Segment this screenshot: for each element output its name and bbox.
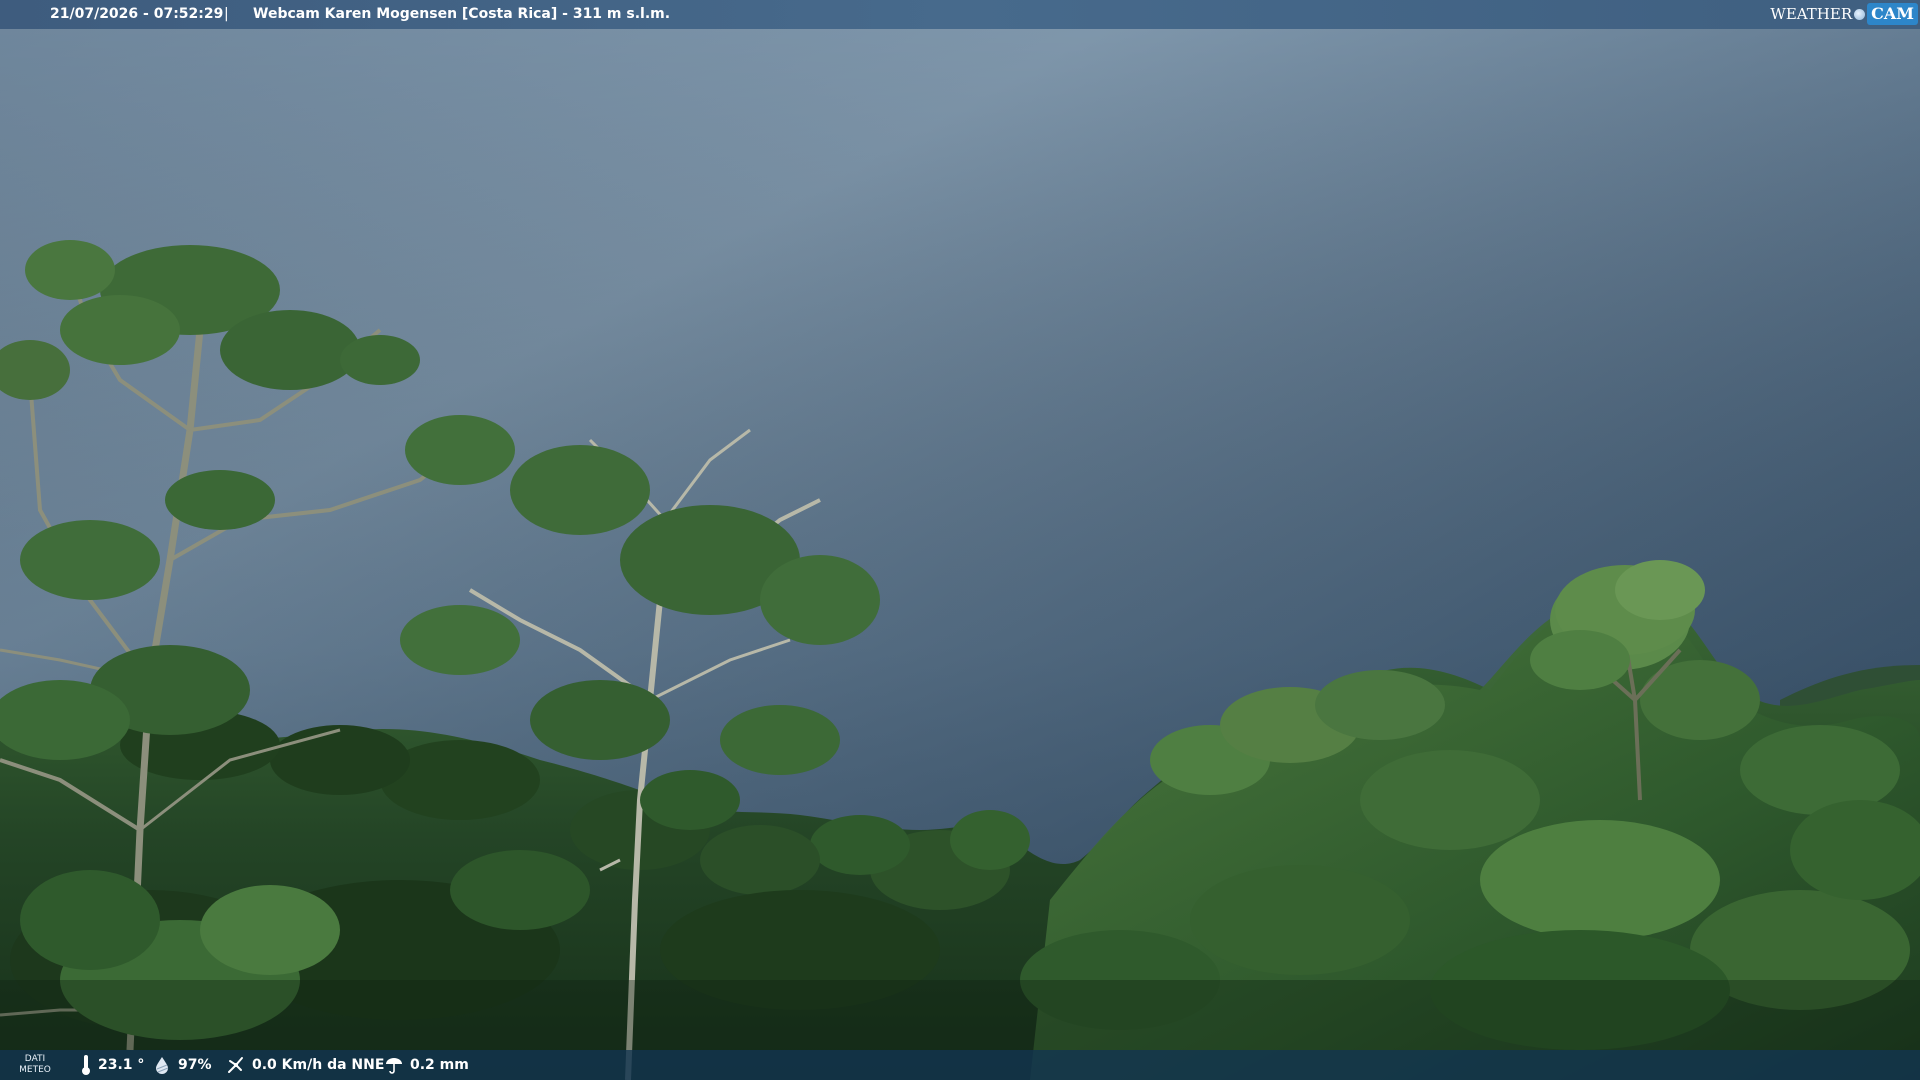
logo-text-cam: CAM xyxy=(1867,3,1918,25)
weather-data-bar: DATI METEO 23.1 ° 97% 0.0 Km/h da NNE 0.… xyxy=(0,1050,1920,1080)
separator: | xyxy=(224,6,229,22)
humidity-reading: 97% xyxy=(152,1050,212,1080)
temperature-reading: 23.1 ° xyxy=(80,1050,144,1080)
dati-label: DATI xyxy=(24,1054,46,1064)
thermometer-icon xyxy=(82,1055,90,1075)
humidity-value: 97% xyxy=(178,1057,212,1073)
wind-value: 0.0 Km/h da NNE xyxy=(252,1057,385,1073)
rain-reading: 0.2 mm xyxy=(384,1050,469,1080)
webcam-title: Webcam Karen Mogensen [Costa Rica] - 311… xyxy=(253,6,671,22)
meteo-label: METEO xyxy=(19,1065,51,1075)
wind-reading: 0.0 Km/h da NNE xyxy=(226,1050,384,1080)
rain-value: 0.2 mm xyxy=(410,1057,469,1073)
logo-text-weather: WEATHER xyxy=(1770,4,1853,23)
timestamp: 21/07/2026 - 07:52:29 xyxy=(50,6,224,22)
temperature-value: 23.1 ° xyxy=(98,1057,145,1073)
weathercam-logo-icon: WEATHER CAM xyxy=(1770,2,1918,26)
dati-meteo-label: DATI METEO xyxy=(14,1054,56,1076)
rain-icon xyxy=(386,1058,402,1074)
logo-dot-icon xyxy=(1854,8,1866,20)
humidity-icon xyxy=(156,1057,169,1074)
top-info-bar: 21/07/2026 - 07:52:29 | Webcam Karen Mog… xyxy=(0,0,1920,29)
webcam-image xyxy=(0,0,1920,1080)
jungle-landscape xyxy=(0,0,1920,1080)
wind-icon xyxy=(228,1057,243,1073)
